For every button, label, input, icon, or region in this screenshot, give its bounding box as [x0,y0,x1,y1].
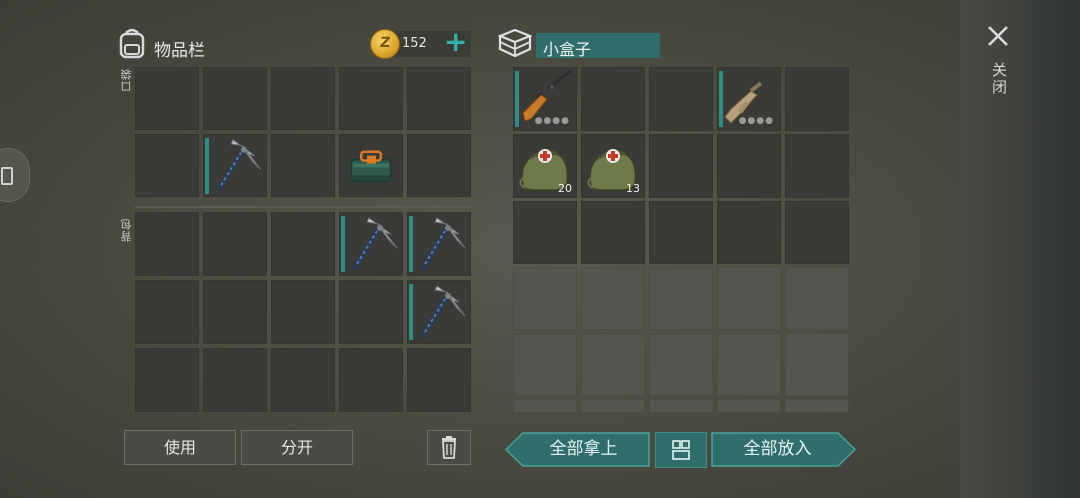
empty-slot[interactable] [407,67,471,130]
empty-slot[interactable] [717,333,781,396]
empty-slot[interactable] [785,333,849,396]
empty-slot[interactable] [203,212,267,276]
slot-assault-rifle[interactable]: ●●●● [717,67,781,131]
sort-button[interactable] [655,432,707,468]
empty-slot[interactable] [135,134,199,197]
empty-slot[interactable] [513,201,577,264]
empty-slot[interactable] [339,67,403,130]
empty-slot[interactable] [513,333,577,396]
empty-slot[interactable] [785,399,849,412]
empty-slot[interactable] [203,348,267,412]
backpack-label: 背包 [120,218,133,242]
empty-slot[interactable] [581,333,645,396]
empty-slot[interactable] [339,280,403,344]
empty-slot[interactable] [581,399,645,412]
empty-slot[interactable] [649,134,713,198]
container-name-field[interactable]: 小盒子 [536,33,660,59]
empty-slot[interactable] [785,67,849,131]
stack-count: 20 [558,182,572,195]
side-panel [960,0,1080,498]
empty-slot[interactable] [649,267,713,330]
empty-slot[interactable] [717,134,781,198]
use-button[interactable]: 使用 [124,430,236,465]
put-all-button[interactable]: 全部放入 [711,432,857,467]
slot-pickaxe[interactable] [407,212,471,276]
empty-slot[interactable] [785,267,849,330]
slot-pickaxe[interactable] [407,280,471,344]
empty-slot[interactable] [785,134,849,198]
empty-slot[interactable] [649,67,713,131]
add-coins-button[interactable]: + [444,28,467,56]
empty-slot[interactable] [339,348,403,412]
coin-icon: Z [370,29,400,59]
grid-icon [672,440,690,460]
empty-slot[interactable] [649,399,713,412]
empty-slot[interactable] [581,67,645,131]
empty-slot[interactable] [717,399,781,412]
empty-slot[interactable] [135,280,199,344]
take-all-button[interactable]: 全部拿上 [504,432,650,467]
pocket-grid [135,67,471,197]
empty-slot[interactable] [407,348,471,412]
attachment-dots: ●●●● [534,116,570,126]
box-icon [497,28,533,62]
empty-slot[interactable] [271,212,335,276]
close-button[interactable] [986,24,1010,48]
empty-slot[interactable] [271,67,335,130]
attachment-dots: ●●●● [738,116,774,126]
stack-count: 13 [626,182,640,195]
empty-slot[interactable] [135,212,199,276]
split-button[interactable]: 分开 [241,430,353,465]
empty-slot[interactable] [271,134,335,197]
empty-slot[interactable] [649,333,713,396]
empty-slot[interactable] [513,267,577,330]
empty-slot[interactable] [271,348,335,412]
empty-slot[interactable] [203,280,267,344]
close-label: 关闭 [990,62,1008,96]
coin-count: 152 [402,36,427,51]
slot-rifle[interactable]: ●●●● [513,67,577,131]
backpack-icon [117,27,147,63]
inventory-title: 物品栏 [154,41,205,61]
empty-slot[interactable] [649,201,713,264]
empty-slot[interactable] [271,280,335,344]
close-icon [988,26,1008,46]
slot-medkit[interactable]: 20 [513,134,577,198]
section-divider [135,206,471,208]
empty-slot[interactable] [407,134,471,197]
empty-slot[interactable] [513,399,577,412]
empty-slot[interactable] [581,201,645,264]
slot-medkit[interactable]: 13 [581,134,645,198]
trash-button[interactable] [427,430,471,465]
container-grid: ●●●● ●●●● 20 13 [513,67,849,412]
slot-pickaxe[interactable] [203,134,267,197]
pocket-label: 口袋 [120,68,133,92]
empty-slot[interactable] [717,201,781,264]
left-drawer-tab[interactable] [0,148,30,202]
empty-slot[interactable] [581,267,645,330]
empty-slot[interactable] [717,267,781,330]
empty-slot[interactable] [785,201,849,264]
empty-slot[interactable] [135,67,199,130]
slot-pickaxe[interactable] [339,212,403,276]
backpack-grid [135,212,471,412]
empty-slot[interactable] [135,348,199,412]
slot-toolbox[interactable] [339,134,403,197]
empty-slot[interactable] [203,67,267,130]
trash-icon [442,436,456,459]
